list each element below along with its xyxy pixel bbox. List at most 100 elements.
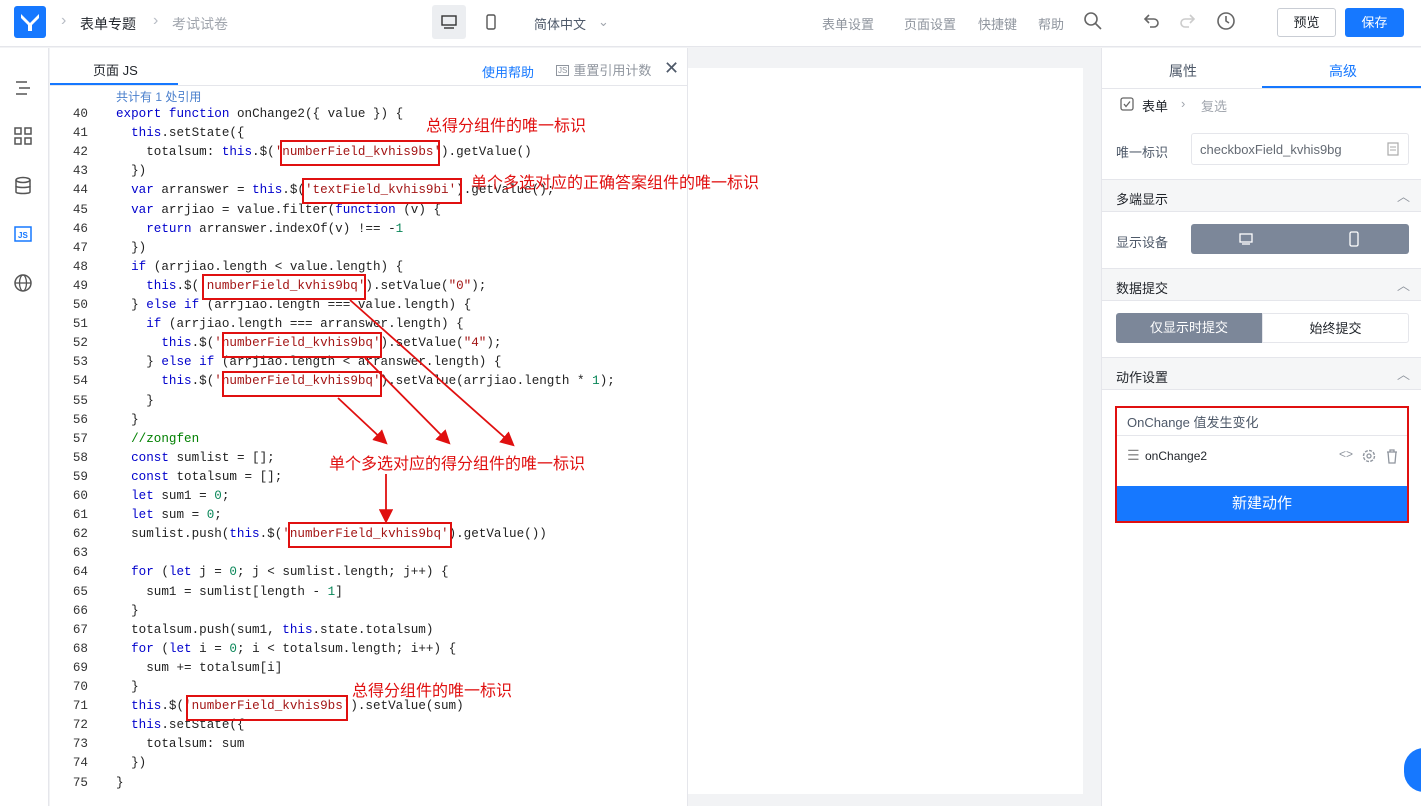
line-code[interactable]: totalsum.push(sum1, this.state.totalsum) <box>116 621 433 640</box>
code-line[interactable]: 75} <box>50 774 688 793</box>
annotation-total-score-2: 总得分组件的唯一标识 <box>352 683 513 700</box>
code-line[interactable]: 50 } else if (arrjiao.length === value.l… <box>50 296 688 315</box>
page-settings-link[interactable]: 页面设置 <box>904 14 956 33</box>
unique-id-field[interactable]: checkboxField_kvhis9bg <box>1191 133 1409 165</box>
submit-always-option[interactable]: 始终提交 <box>1262 313 1409 343</box>
tab-page-js[interactable]: 页面 JS <box>93 60 138 79</box>
action-event-label: OnChange 值发生变化 <box>1127 415 1259 430</box>
globe-icon[interactable] <box>13 273 33 293</box>
line-code[interactable]: } <box>116 774 124 793</box>
save-button[interactable]: 保存 <box>1345 8 1404 37</box>
line-code[interactable]: const totalsum = []; <box>116 468 282 487</box>
section-data-submit-title: 数据提交 <box>1116 281 1169 296</box>
app-logo[interactable] <box>14 6 46 38</box>
line-number: 68 <box>72 641 88 656</box>
outline-tree-icon[interactable] <box>13 78 33 98</box>
breadcrumb-form-topic[interactable]: 表单专题 <box>80 14 136 34</box>
properties-panel: 属性 高级 表单 › 复选 唯一标识 checkboxField_kvhis9b… <box>1101 48 1421 806</box>
action-item[interactable]: ☰ onChange2 <> <box>1117 435 1407 476</box>
line-code[interactable]: return arranswer.indexOf(v) !== -1 <box>116 220 403 239</box>
line-code[interactable]: }) <box>116 754 146 773</box>
monitor-icon[interactable] <box>1239 232 1253 246</box>
code-line[interactable]: 68 for (let i = 0; i < totalsum.length; … <box>50 640 688 659</box>
crumb-form[interactable]: 表单 <box>1142 96 1168 115</box>
line-code[interactable]: for (let i = 0; i < totalsum.length; i++… <box>116 640 456 659</box>
line-code[interactable]: let sum1 = 0; <box>116 487 229 506</box>
chevron-up-icon[interactable]: ︿ <box>1397 186 1410 205</box>
redo-icon[interactable] <box>1178 11 1198 31</box>
line-code[interactable]: //zongfen <box>116 430 199 449</box>
search-icon[interactable] <box>1083 11 1103 31</box>
code-line[interactable]: 67 totalsum.push(sum1, this.state.totals… <box>50 621 688 640</box>
usage-help-link[interactable]: 使用帮助 <box>482 62 534 81</box>
reset-ref-count-button[interactable]: JS 重置引用计数 <box>556 60 651 79</box>
line-code[interactable]: } <box>116 411 139 430</box>
line-code[interactable]: } <box>116 392 154 411</box>
device-toggle[interactable] <box>1191 224 1409 254</box>
action-name[interactable]: onChange2 <box>1145 449 1207 463</box>
code-line[interactable]: 72 this.setState({ <box>50 716 688 735</box>
code-line[interactable]: 47 }) <box>50 239 688 258</box>
gear-icon[interactable] <box>1361 448 1377 464</box>
line-code[interactable]: this.setState({ <box>116 124 244 143</box>
code-line[interactable]: 73 totalsum: sum <box>50 735 688 754</box>
section-action-settings[interactable]: 动作设置 ︿ <box>1102 357 1421 390</box>
datasource-icon[interactable] <box>13 176 33 196</box>
new-action-button[interactable]: 新建动作 <box>1117 486 1407 521</box>
code-line[interactable]: 74 }) <box>50 754 688 773</box>
history-icon[interactable] <box>1216 11 1236 31</box>
code-line[interactable]: 49 this.$('numberField_kvhis9bq').setVal… <box>50 277 688 296</box>
shortcuts-link[interactable]: 快捷键 <box>978 14 1017 33</box>
code-line[interactable]: 48 if (arrjiao.length < value.length) { <box>50 258 688 277</box>
components-icon[interactable] <box>13 126 33 146</box>
mobile-view-button[interactable] <box>474 5 508 39</box>
chevron-down-icon[interactable]: ⌄ <box>598 14 609 30</box>
line-code[interactable]: for (let j = 0; j < sumlist.length; j++)… <box>116 563 448 582</box>
line-code[interactable]: const sumlist = []; <box>116 449 275 468</box>
close-icon[interactable]: ✕ <box>664 58 679 79</box>
line-code[interactable]: }) <box>116 162 146 181</box>
line-code[interactable]: let sum = 0; <box>116 506 222 525</box>
line-code[interactable]: } <box>116 678 139 697</box>
desktop-view-button[interactable] <box>432 5 466 39</box>
highlight-total-score-id <box>280 140 440 166</box>
tab-advanced[interactable]: 高级 <box>1329 61 1357 81</box>
language-select[interactable]: 简体中文 <box>534 14 586 33</box>
form-settings-link[interactable]: 表单设置 <box>822 14 874 33</box>
line-code[interactable]: } <box>116 602 139 621</box>
code-line[interactable]: 66 } <box>50 602 688 621</box>
code-line[interactable]: 57 //zongfen <box>50 430 688 449</box>
line-code[interactable]: export function onChange2({ value }) { <box>116 105 403 124</box>
code-icon[interactable]: <> <box>1339 447 1353 461</box>
tab-properties[interactable]: 属性 <box>1169 61 1197 81</box>
line-code[interactable]: sum += totalsum[i] <box>116 659 282 678</box>
code-line[interactable]: 65 sum1 = sumlist[length - 1] <box>50 583 688 602</box>
chevron-up-icon[interactable]: ︿ <box>1397 364 1410 383</box>
code-line[interactable]: 60 let sum1 = 0; <box>50 487 688 506</box>
section-data-submit[interactable]: 数据提交 ︿ <box>1102 268 1421 301</box>
line-code[interactable]: }) <box>116 239 146 258</box>
code-line[interactable]: 40 export function onChange2({ value }) { <box>50 105 688 124</box>
section-multi-display[interactable]: 多端显示 ︿ <box>1102 179 1421 212</box>
crumb-checkbox[interactable]: 复选 <box>1201 96 1227 115</box>
code-line[interactable]: 69 sum += totalsum[i] <box>50 659 688 678</box>
submit-when-visible-option[interactable]: 仅显示时提交 <box>1116 313 1262 343</box>
trash-icon[interactable] <box>1385 448 1399 464</box>
code-line[interactable]: 56 } <box>50 411 688 430</box>
help-link[interactable]: 帮助 <box>1038 14 1064 33</box>
preview-button[interactable]: 预览 <box>1277 8 1336 37</box>
copy-icon[interactable] <box>1386 142 1400 156</box>
code-line[interactable]: 46 return arranswer.indexOf(v) !== -1 <box>50 220 688 239</box>
line-number: 71 <box>72 699 88 714</box>
undo-icon[interactable] <box>1141 11 1161 31</box>
line-code[interactable]: sum1 = sumlist[length - 1] <box>116 583 343 602</box>
reference-count[interactable]: 共计有 1 处引用 <box>116 88 201 105</box>
code-line[interactable]: 64 for (let j = 0; j < sumlist.length; j… <box>50 563 688 582</box>
line-code[interactable]: totalsum: sum <box>116 735 244 754</box>
breadcrumb-exam-paper[interactable]: 考试试卷 <box>172 14 228 34</box>
chevron-up-icon[interactable]: ︿ <box>1397 275 1410 294</box>
drag-handle-icon[interactable]: ☰ <box>1127 447 1140 464</box>
phone-icon[interactable] <box>1347 231 1361 247</box>
line-number: 51 <box>72 317 88 332</box>
js-icon[interactable]: JS <box>13 224 33 244</box>
